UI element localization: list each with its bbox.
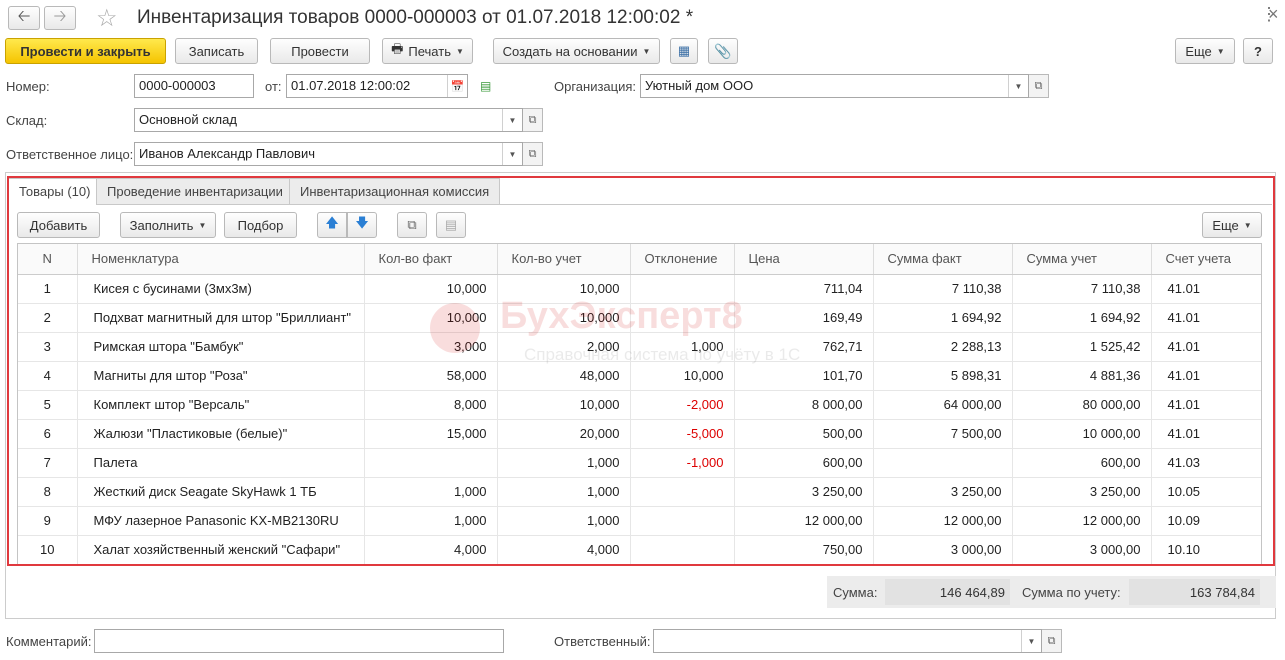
organization-field[interactable]: Уютный дом ООО ▼ [640, 74, 1029, 98]
highlight-frame [7, 176, 1275, 566]
number-label: Номер: [6, 79, 50, 94]
responsible-label: Ответственный: [554, 634, 651, 649]
structure-button[interactable]: ▦ [670, 38, 698, 64]
number-field[interactable]: 0000-000003 [134, 74, 254, 98]
forward-button[interactable]: 🡢 [44, 6, 76, 30]
chevron-down-icon: ▼ [1216, 46, 1225, 56]
date-label: от: [265, 79, 282, 94]
sum-value: 146 464,89 [885, 579, 1010, 605]
calendar-icon[interactable]: 📅 [447, 75, 467, 97]
sum-by-account-label: Сумма по учету: [1022, 585, 1121, 600]
chevron-down-icon[interactable]: ▼ [502, 109, 522, 131]
responsible-field[interactable]: ▼ [653, 629, 1042, 653]
post-status-icon: ▤ [480, 79, 492, 93]
chevron-down-icon: ▼ [642, 46, 651, 56]
warehouse-field[interactable]: Основной склад ▼ [134, 108, 523, 132]
chevron-down-icon[interactable]: ▼ [502, 143, 522, 165]
organization-label: Организация: [554, 79, 637, 94]
back-arrow-icon: 🡠 [17, 7, 31, 25]
comment-field[interactable] [94, 629, 504, 653]
chevron-down-icon[interactable]: ▼ [1021, 630, 1041, 652]
date-field[interactable]: 01.07.2018 12:00:02 📅 [286, 74, 468, 98]
print-button[interactable]: 🖶 Печать ▼ [382, 38, 473, 64]
responsible-person-label: Ответственное лицо: [6, 147, 134, 162]
paperclip-icon: 📎 [714, 42, 732, 59]
warehouse-label: Склад: [6, 113, 48, 128]
open-form-icon[interactable]: ⧉ [1029, 74, 1049, 98]
post-and-close-button[interactable]: Провести и закрыть [5, 38, 166, 64]
structure-icon: ▦ [677, 43, 691, 58]
more-button[interactable]: Еще ▼ [1175, 38, 1235, 64]
chevron-down-icon: ▼ [455, 46, 464, 56]
comment-label: Комментарий: [6, 634, 92, 649]
save-button[interactable]: Записать [175, 38, 258, 64]
open-form-icon[interactable]: ⧉ [523, 108, 543, 132]
star-icon[interactable]: ☆ [96, 4, 118, 33]
close-icon[interactable]: × [1268, 4, 1279, 25]
responsible-person-field[interactable]: Иванов Александр Павлович ▼ [134, 142, 523, 166]
sum-by-account-value: 163 784,84 [1129, 579, 1260, 605]
sum-label: Сумма: [833, 585, 878, 600]
window-title: Инвентаризация товаров 0000-000003 от 01… [137, 7, 694, 28]
printer-icon: 🖶 [391, 41, 404, 56]
chevron-down-icon[interactable]: ▼ [1008, 75, 1028, 97]
open-form-icon[interactable]: ⧉ [523, 142, 543, 166]
post-button[interactable]: Провести [270, 38, 370, 64]
forward-arrow-icon: 🡢 [53, 7, 67, 25]
create-based-on-button[interactable]: Создать на основании ▼ [493, 38, 660, 64]
open-form-icon[interactable]: ⧉ [1042, 629, 1062, 653]
back-button[interactable]: 🡠 [8, 6, 40, 30]
help-button[interactable]: ? [1243, 38, 1273, 64]
attach-button[interactable]: 📎 [708, 38, 738, 64]
